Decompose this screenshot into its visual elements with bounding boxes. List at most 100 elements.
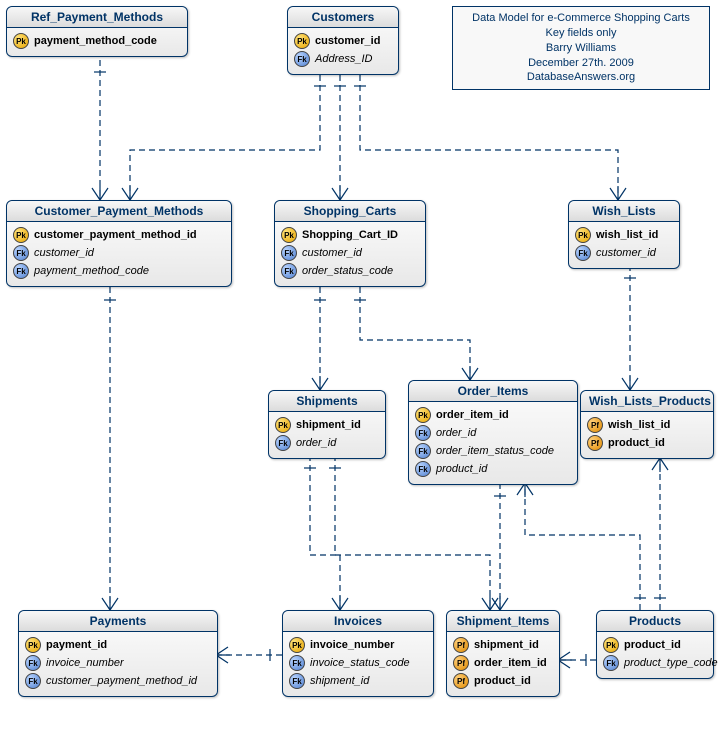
- fk-icon: Fk: [13, 263, 29, 279]
- field-name: customer_id: [302, 247, 362, 259]
- entity-title: Customer_Payment_Methods: [7, 201, 231, 222]
- fk-icon: Fk: [13, 245, 29, 261]
- field-row: Pk customer_id: [294, 32, 392, 50]
- field-name: invoice_status_code: [310, 657, 410, 669]
- info-line: DatabaseAnswers.org: [463, 70, 699, 85]
- field-name: shipment_id: [310, 675, 369, 687]
- field-row: Pk product_id: [603, 636, 707, 654]
- info-line: December 27th. 2009: [463, 56, 699, 71]
- field-row: Pkcustomer_payment_method_id: [13, 226, 225, 244]
- field-row: Pfproduct_id: [453, 672, 553, 690]
- fk-icon: Fk: [25, 655, 41, 671]
- pf-icon: Pf: [453, 655, 469, 671]
- field-name: product_type_code: [624, 657, 718, 669]
- fk-icon: Fk: [281, 263, 297, 279]
- pk-icon: Pk: [25, 637, 41, 653]
- field-row: Pf product_id: [587, 434, 707, 452]
- fk-icon: Fk: [415, 425, 431, 441]
- field-row: Fkinvoice_status_code: [289, 654, 427, 672]
- field-name: product_id: [436, 463, 487, 475]
- entity-shipment-items: Shipment_Items Pf shipment_id Pf order_item…: [446, 610, 560, 697]
- pk-icon: Pk: [575, 227, 591, 243]
- entity-title: Products: [597, 611, 713, 632]
- entity-products: Products Pk product_id Fkproduct_type_code: [596, 610, 714, 679]
- entity-customers: Customers Pk customer_id Fk Address_ID: [287, 6, 399, 75]
- pf-icon: Pf: [453, 637, 469, 653]
- field-name: customer_id: [596, 247, 656, 259]
- pk-icon: Pk: [289, 637, 305, 653]
- field-name: customer_id: [315, 35, 380, 47]
- pk-icon: Pk: [13, 227, 29, 243]
- entity-title: Order_Items: [409, 381, 577, 402]
- field-row: Pf shipment_id: [453, 636, 553, 654]
- field-name: order_item_status_code: [436, 445, 554, 457]
- entity-title: Wish_Lists_Products: [581, 391, 713, 412]
- field-name: payment_id: [46, 639, 107, 651]
- entity-title: Ref_Payment_Methods: [7, 7, 187, 28]
- field-row: Fk payment_method_code: [13, 262, 225, 280]
- field-row: Pkpayment_method_code: [13, 32, 181, 50]
- entity-title: Shipment_Items: [447, 611, 559, 632]
- entity-wish-lists-products: Wish_Lists_Products Pfwish_list_idPfprod…: [580, 390, 714, 459]
- pk-icon: Pk: [281, 227, 297, 243]
- field-row: Fk Address_ID: [294, 50, 392, 68]
- field-row: Fk shipment_id: [289, 672, 427, 690]
- field-name: product_id: [608, 437, 665, 449]
- field-row: Fk order_item_status_code: [415, 442, 571, 460]
- fk-icon: Fk: [575, 245, 591, 261]
- field-row: Fkinvoice_number: [25, 654, 211, 672]
- field-name: Shopping_Cart_ID: [302, 229, 398, 241]
- pk-icon: Pk: [603, 637, 619, 653]
- entity-title: Shipments: [269, 391, 385, 412]
- field-row: Fk order_id: [415, 424, 571, 442]
- entity-invoices: Invoices Pkinvoice_numberFkinvoice_statu…: [282, 610, 434, 697]
- pf-icon: Pf: [587, 417, 603, 433]
- info-line: Key fields only: [463, 26, 699, 41]
- field-name: invoice_number: [310, 639, 394, 651]
- field-name: product_id: [474, 675, 531, 687]
- field-row: Pk Shopping_Cart_ID: [281, 226, 419, 244]
- fk-icon: Fk: [294, 51, 310, 67]
- field-name: shipment_id: [296, 419, 361, 431]
- info-line: Data Model for e-Commerce Shopping Carts: [463, 11, 699, 26]
- field-name: order_id: [436, 427, 476, 439]
- field-row: Fk order_id: [275, 434, 379, 452]
- info-line: Barry Williams: [463, 41, 699, 56]
- fk-icon: Fk: [25, 673, 41, 689]
- entity-title: Customers: [288, 7, 398, 28]
- fk-icon: Fk: [603, 655, 619, 671]
- field-name: order_id: [296, 437, 336, 449]
- field-name: payment_method_code: [34, 265, 149, 277]
- entity-shipments: Shipments Pkshipment_idFk order_id: [268, 390, 386, 459]
- fk-icon: Fk: [275, 435, 291, 451]
- field-row: Pk payment_id: [25, 636, 211, 654]
- entity-customer-payment-methods: Customer_Payment_Methods Pkcustomer_paym…: [6, 200, 232, 287]
- field-row: Pkshipment_id: [275, 416, 379, 434]
- entity-order-items: Order_Items Pkorder_item_idFkorder_idFko…: [408, 380, 578, 485]
- entity-title: Payments: [19, 611, 217, 632]
- entity-shopping-carts: Shopping_Carts PkShopping_Cart_IDFkcusto…: [274, 200, 426, 287]
- fk-icon: Fk: [289, 673, 305, 689]
- field-row: Fk customer_id: [13, 244, 225, 262]
- pk-icon: Pk: [13, 33, 29, 49]
- entity-title: Invoices: [283, 611, 433, 632]
- field-name: order_item_id: [474, 657, 547, 669]
- field-name: customer_id: [34, 247, 94, 259]
- field-name: shipment_id: [474, 639, 539, 651]
- pf-icon: Pf: [587, 435, 603, 451]
- field-row: Fkcustomer_payment_method_id: [25, 672, 211, 690]
- field-name: order_item_id: [436, 409, 509, 421]
- entity-wish-lists: Wish_Lists Pk wish_list_id Fk customer_id: [568, 200, 680, 269]
- field-name: product_id: [624, 639, 681, 651]
- pk-icon: Pk: [294, 33, 310, 49]
- field-name: order_status_code: [302, 265, 393, 277]
- fk-icon: Fk: [415, 443, 431, 459]
- fk-icon: Fk: [415, 461, 431, 477]
- field-row: Pk invoice_number: [289, 636, 427, 654]
- field-name: Address_ID: [315, 53, 372, 65]
- entity-payments: Payments Pk payment_id Fkinvoice_numberFkc…: [18, 610, 218, 697]
- entity-title: Wish_Lists: [569, 201, 679, 222]
- field-row: Fk order_status_code: [281, 262, 419, 280]
- field-name: wish_list_id: [596, 229, 658, 241]
- field-row: Fkproduct_type_code: [603, 654, 707, 672]
